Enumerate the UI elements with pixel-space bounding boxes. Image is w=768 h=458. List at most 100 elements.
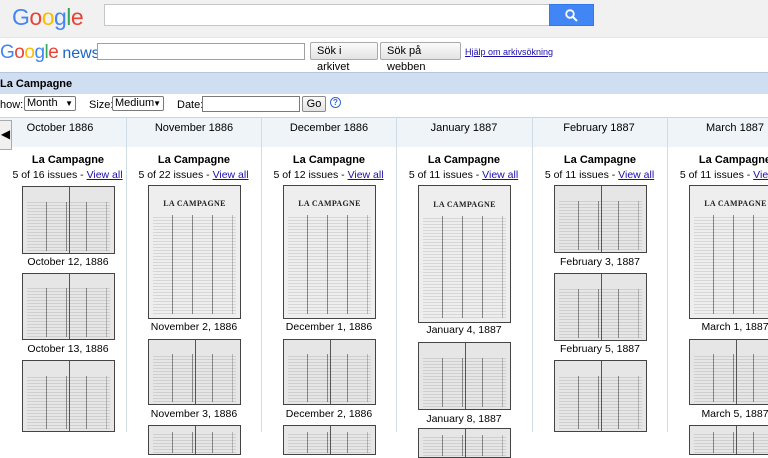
newspaper-text-lines — [693, 432, 768, 454]
newspaper-thumbnail[interactable] — [283, 425, 376, 455]
masthead-text: LA CAMPAGNE — [298, 199, 361, 209]
issues-count-text: 5 of 22 issues - — [138, 169, 213, 181]
google-news-logo[interactable]: Google news — [0, 42, 100, 64]
column-divider — [126, 117, 127, 432]
column-publication-title: La Campagne — [427, 154, 501, 166]
newspaper-text-lines — [26, 201, 111, 252]
search-archive-button[interactable]: Sök i arkivet — [310, 42, 378, 73]
column-divider — [396, 117, 397, 432]
show-select[interactable]: Month ▼ — [24, 96, 76, 111]
issue-date-link[interactable]: January 4, 1887 — [404, 324, 524, 336]
newspaper-text-lines — [558, 200, 643, 251]
newspaper-thumbnail[interactable] — [689, 425, 768, 455]
top-search-input[interactable] — [104, 4, 550, 26]
issues-count: 5 of 12 issues - View all — [261, 169, 396, 181]
date-label: Date: — [177, 99, 204, 111]
publication-title: La Campagne — [0, 78, 73, 90]
newspaper-text-lines — [287, 354, 372, 403]
issue-date-link[interactable]: February 5, 1887 — [540, 343, 660, 355]
masthead-text: LA CAMPAGNE — [163, 199, 226, 209]
newspaper-thumbnail[interactable]: LA CAMPAGNE — [689, 185, 768, 319]
month-header-label: February 1887 — [563, 122, 635, 134]
view-all-link[interactable]: View all — [753, 169, 768, 181]
newspaper-text-lines — [152, 354, 237, 403]
newspaper-text-lines — [422, 215, 507, 318]
search-web-button[interactable]: Sök på webben — [380, 42, 461, 73]
newspaper-text-lines — [287, 215, 372, 315]
newspaper-text-lines — [152, 432, 237, 454]
issue-date-link[interactable]: March 1, 1887 — [675, 321, 768, 333]
newspaper-thumbnail[interactable] — [689, 339, 768, 405]
issue-date-link[interactable]: October 13, 1886 — [8, 343, 128, 355]
newspaper-thumbnail[interactable] — [22, 360, 115, 432]
show-label: how: — [0, 99, 24, 111]
view-all-link[interactable]: View all — [87, 169, 123, 181]
news-search-bar: Google news Sök i arkivet Sök på webben H… — [0, 38, 768, 73]
view-all-link[interactable]: View all — [482, 169, 518, 181]
newspaper-text-lines — [558, 288, 643, 339]
view-all-link[interactable]: View all — [348, 169, 384, 181]
issues-count-text: 5 of 12 issues - — [273, 169, 348, 181]
newspaper-thumbnail[interactable] — [148, 425, 241, 455]
newspaper-thumbnail[interactable] — [418, 342, 511, 410]
publication-title-bar: La Campagne — [0, 72, 768, 94]
newspaper-thumbnail[interactable] — [554, 185, 647, 253]
newspaper-text-lines — [693, 215, 768, 315]
issues-count-text: 5 of 11 issues - — [679, 169, 754, 181]
news-word: news — [62, 45, 100, 62]
column-publication-title: La Campagne — [563, 154, 637, 166]
masthead-text: LA CAMPAGNE — [704, 199, 767, 209]
newspaper-thumbnail[interactable]: LA CAMPAGNE — [148, 185, 241, 319]
show-select-value: Month — [27, 97, 58, 109]
issue-date-link[interactable]: December 2, 1886 — [269, 408, 389, 420]
issues-count-text: 5 of 11 issues - — [544, 169, 619, 181]
issues-count: 5 of 16 issues - View all — [0, 169, 135, 181]
column-divider — [667, 117, 668, 432]
month-header-label: November 1886 — [154, 122, 234, 134]
size-label: Size: — [89, 99, 114, 111]
issues-count: 5 of 11 issues - View all — [667, 169, 768, 181]
go-button[interactable]: Go — [302, 96, 326, 112]
newspaper-thumbnail[interactable]: LA CAMPAGNE — [418, 185, 511, 323]
newspaper-text-lines — [422, 357, 507, 408]
newspaper-thumbnail[interactable]: LA CAMPAGNE — [283, 185, 376, 319]
newspaper-text-lines — [152, 215, 237, 315]
archive-help-link[interactable]: Hjälp om arkivsökning — [465, 47, 553, 57]
issue-date-link[interactable]: November 2, 1886 — [134, 321, 254, 333]
issues-count: 5 of 22 issues - View all — [126, 169, 261, 181]
masthead-text: LA CAMPAGNE — [433, 199, 496, 209]
newspaper-thumbnail[interactable] — [283, 339, 376, 405]
column-publication-title: La Campagne — [292, 154, 366, 166]
archive-search-input[interactable] — [97, 43, 305, 60]
issue-date-link[interactable]: December 1, 1886 — [269, 321, 389, 333]
date-input[interactable] — [202, 96, 300, 112]
issue-date-link[interactable]: January 8, 1887 — [404, 413, 524, 425]
newspaper-thumbnail[interactable] — [418, 428, 511, 458]
column-divider — [261, 117, 262, 432]
newspaper-text-lines — [693, 354, 768, 403]
newspaper-text-lines — [558, 376, 643, 429]
issues-count-text: 5 of 11 issues - — [408, 169, 483, 181]
newspaper-thumbnail[interactable] — [554, 360, 647, 432]
newspaper-text-lines — [26, 288, 111, 338]
month-header-label: December 1886 — [289, 122, 369, 134]
newspaper-text-lines — [26, 376, 111, 429]
google-logo[interactable]: Google — [12, 4, 84, 31]
issue-date-link[interactable]: February 3, 1887 — [540, 256, 660, 268]
column-publication-title: La Campagne — [698, 154, 768, 166]
issues-count: 5 of 11 issues - View all — [532, 169, 667, 181]
help-icon[interactable]: ? — [330, 97, 341, 108]
issue-date-link[interactable]: March 5, 1887 — [675, 408, 768, 420]
top-search-button[interactable] — [549, 4, 594, 26]
view-all-link[interactable]: View all — [618, 169, 654, 181]
size-select[interactable]: Medium ▼ — [112, 96, 164, 111]
issues-count-text: 5 of 16 issues - — [12, 169, 87, 181]
newspaper-thumbnail[interactable] — [22, 273, 115, 340]
top-bar: Google — [0, 0, 768, 38]
view-all-link[interactable]: View all — [213, 169, 249, 181]
issue-date-link[interactable]: November 3, 1886 — [134, 408, 254, 420]
issue-date-link[interactable]: October 12, 1886 — [8, 256, 128, 268]
newspaper-thumbnail[interactable] — [554, 273, 647, 341]
newspaper-thumbnail[interactable] — [22, 186, 115, 254]
newspaper-thumbnail[interactable] — [148, 339, 241, 405]
